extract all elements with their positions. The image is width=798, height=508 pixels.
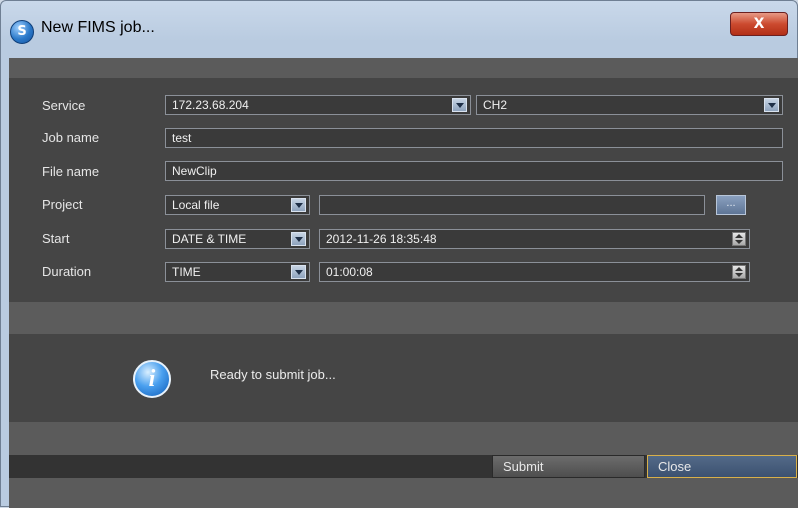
project-mode-value: Local file: [172, 198, 220, 212]
start-datetime-value: 2012-11-26 18:35:48: [326, 232, 437, 246]
dropdown-arrow-icon[interactable]: [291, 265, 306, 279]
service-channel-value: CH2: [483, 98, 508, 112]
title-bar: S New FIMS job... X: [1, 1, 797, 45]
file-name-input[interactable]: NewClip: [165, 161, 783, 181]
service-channel-select[interactable]: CH2: [476, 95, 783, 115]
status-divider: [9, 422, 798, 455]
service-address-value: 172.23.68.204: [172, 98, 249, 112]
project-mode-select[interactable]: Local file: [165, 195, 310, 215]
job-name-label: Job name: [42, 130, 100, 145]
dropdown-arrow-icon[interactable]: [291, 198, 306, 212]
window-title: New FIMS job...: [41, 19, 155, 36]
status-panel: i Ready to submit job...: [9, 334, 798, 422]
start-label: Start: [42, 231, 70, 246]
info-icon: i: [133, 360, 171, 398]
bottom-divider: [9, 478, 798, 508]
duration-time-spinner[interactable]: 01:00:08: [319, 262, 750, 282]
duration-time-value: 01:00:08: [326, 265, 373, 279]
project-label: Project: [42, 197, 83, 212]
submit-button[interactable]: Submit: [492, 455, 645, 478]
browse-button[interactable]: ...: [716, 195, 746, 215]
service-address-select[interactable]: 172.23.68.204: [165, 95, 471, 115]
app-logo-icon: S: [10, 20, 34, 44]
file-name-label: File name: [42, 164, 100, 179]
start-mode-value: DATE & TIME: [172, 232, 247, 246]
dropdown-arrow-icon[interactable]: [291, 232, 306, 246]
spinner-arrows-icon[interactable]: [732, 232, 746, 246]
form-divider: [9, 302, 798, 334]
dialog-content: Service 172.23.68.204 CH2 Job name test …: [9, 58, 798, 508]
duration-mode-select[interactable]: TIME: [165, 262, 310, 282]
dropdown-arrow-icon[interactable]: [452, 98, 467, 112]
project-path-input[interactable]: [319, 195, 705, 215]
dialog-window: S New FIMS job... X Service 172.23.68.20…: [0, 0, 798, 508]
job-form: Service 172.23.68.204 CH2 Job name test …: [9, 78, 798, 302]
spinner-arrows-icon[interactable]: [732, 265, 746, 279]
window-close-button[interactable]: X: [730, 12, 788, 36]
start-mode-select[interactable]: DATE & TIME: [165, 229, 310, 249]
close-button[interactable]: Close: [647, 455, 797, 478]
service-label: Service: [42, 98, 86, 113]
dropdown-arrow-icon[interactable]: [764, 98, 779, 112]
duration-label: Duration: [42, 264, 92, 279]
button-row: Submit Close: [9, 455, 798, 478]
status-message: Ready to submit job...: [210, 367, 336, 382]
top-divider: [9, 58, 798, 78]
start-datetime-spinner[interactable]: 2012-11-26 18:35:48: [319, 229, 750, 249]
duration-mode-value: TIME: [172, 265, 201, 279]
job-name-input[interactable]: test: [165, 128, 783, 148]
